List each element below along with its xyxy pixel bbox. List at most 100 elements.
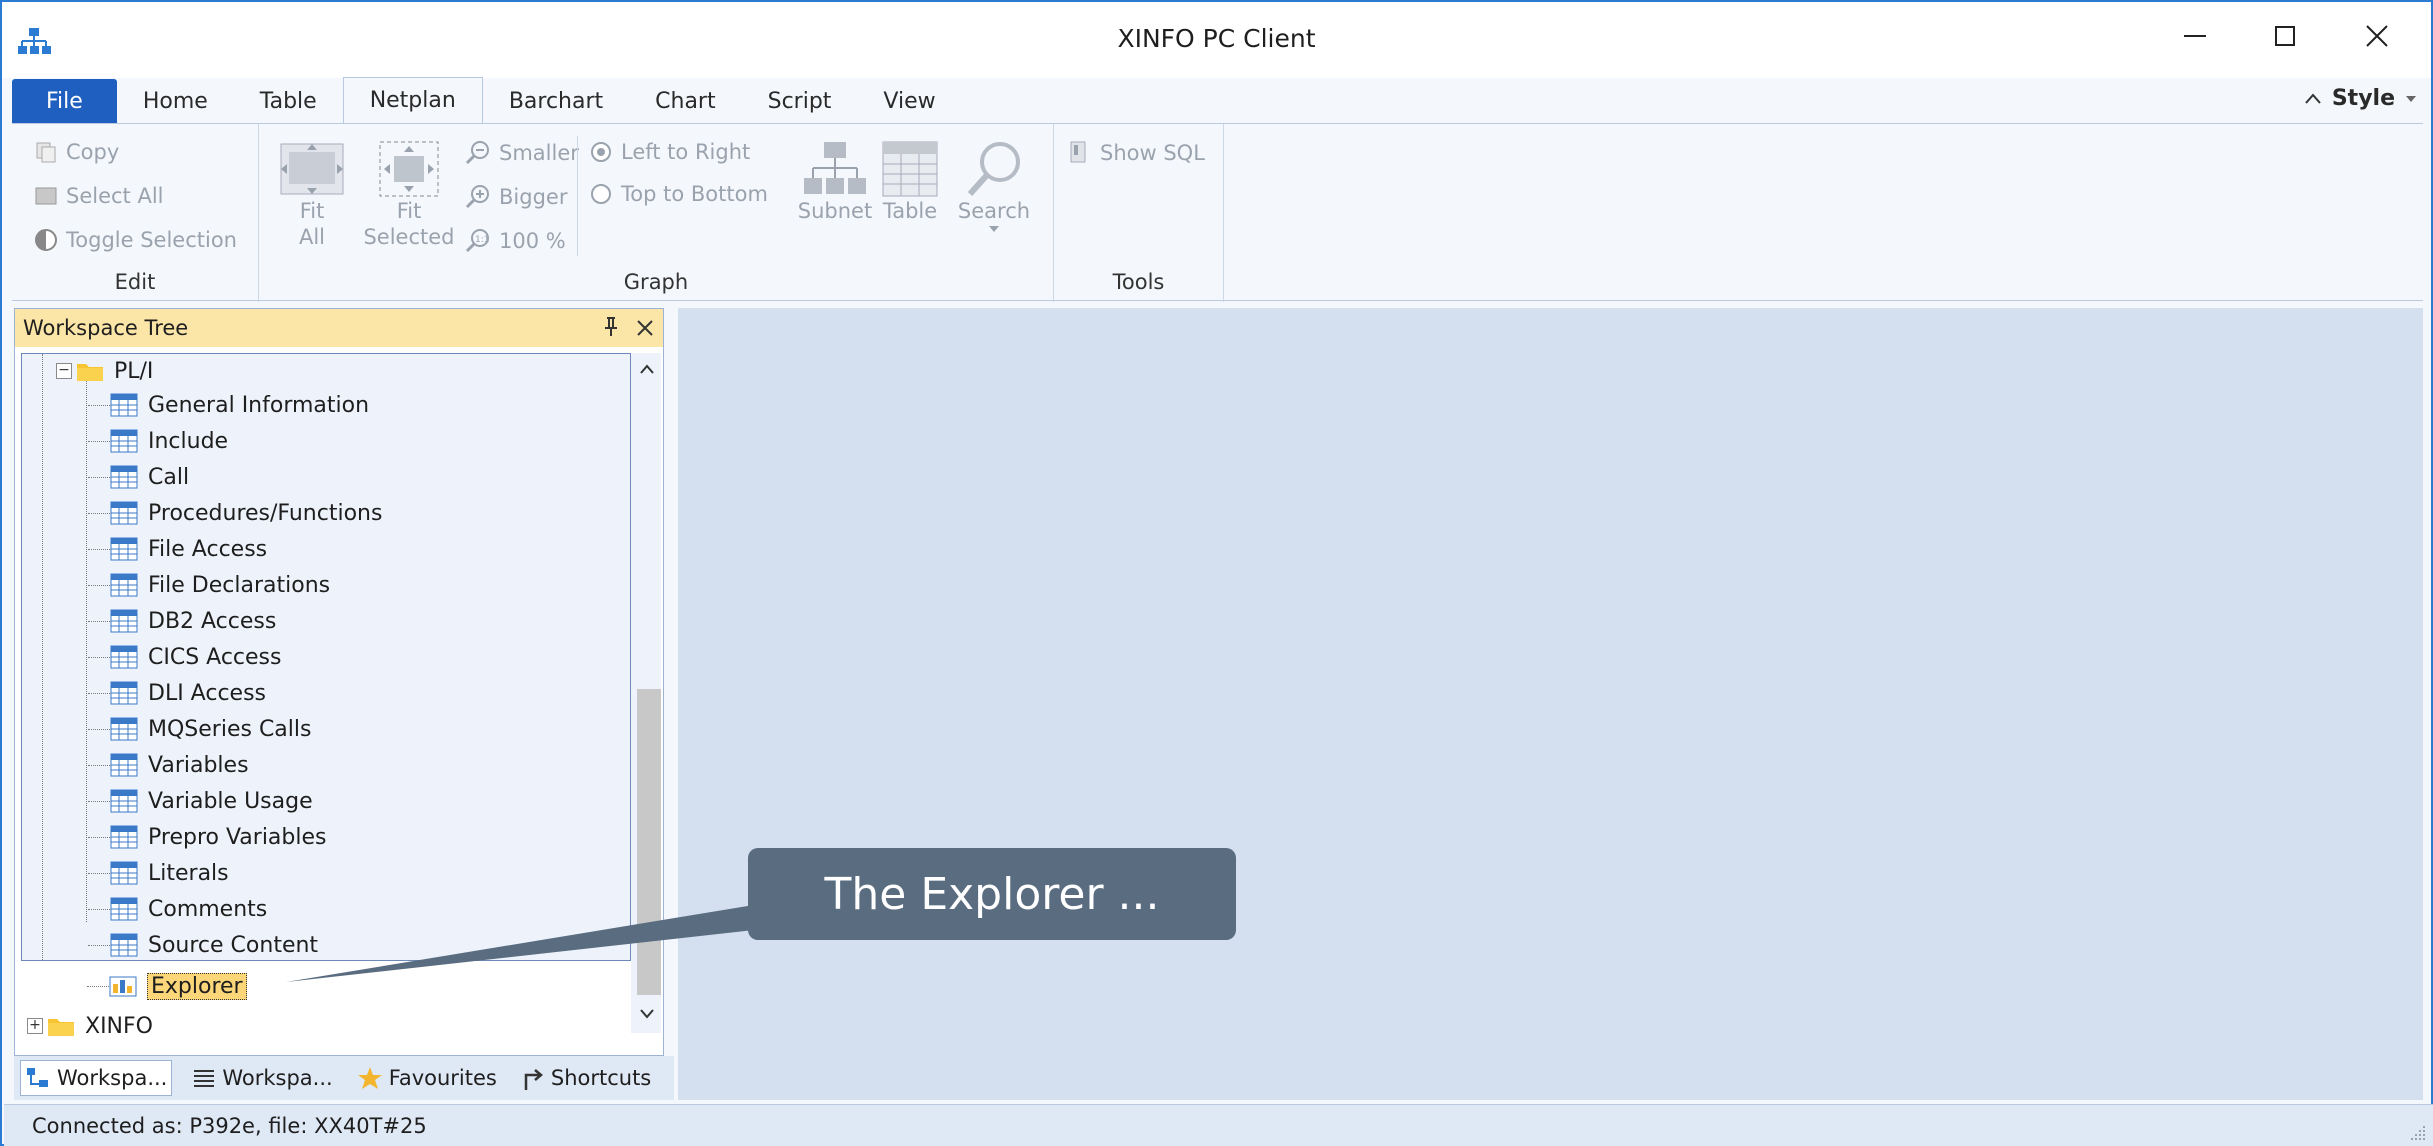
tree-item[interactable]: Procedures/Functions [88,496,382,530]
close-pane-icon[interactable] [635,316,655,338]
tree-item-explorer[interactable]: Explorer [87,969,247,1003]
table-icon [110,609,138,633]
tab-chart[interactable]: Chart [629,79,741,123]
maximize-button[interactable] [2240,2,2330,70]
tree-item-label: Comments [148,896,268,922]
app-window: XINFO PC Client File Home Table Netplan … [0,0,2433,1146]
tree-item[interactable]: General Information [88,388,369,422]
fit-selected-button[interactable]: Fit Selected [359,140,459,250]
folder-icon [48,1019,74,1036]
tree-folder-xinfo[interactable]: + XINFO [27,1009,153,1043]
tab-table[interactable]: Table [234,79,343,123]
minimize-button[interactable] [2150,2,2240,70]
tools-group: Show SQL Tools [1054,124,1224,302]
tab-barchart[interactable]: Barchart [483,79,629,123]
pin-icon[interactable] [601,316,621,338]
table-icon [110,717,138,741]
table-icon [110,537,138,561]
zoom-out-icon [465,141,489,165]
toggle-selection-label: Toggle Selection [66,228,237,252]
toggle-selection-button[interactable]: Toggle Selection [34,228,237,252]
main-document-area [678,308,2423,1100]
tree-item-label: Call [148,464,190,490]
tree-item-label: Variables [148,752,249,778]
folder-icon [77,364,103,381]
style-label: Style [2331,86,2395,111]
fit-selected-label-1: Fit [396,199,422,223]
tree-item-label: CICS Access [148,644,282,670]
tree-item[interactable]: Variables [88,748,249,782]
scroll-up-icon[interactable] [635,357,659,381]
tree-item[interactable]: Prepro Variables [88,820,327,854]
table-button[interactable]: Table [875,140,945,224]
pane-header-buttons [601,316,655,338]
select-all-button[interactable]: Select All [34,184,164,208]
search-button[interactable]: Search [949,140,1039,234]
tree-scrollbar[interactable] [631,353,661,1033]
fit-all-button[interactable]: Fit All [277,140,347,250]
collapse-icon[interactable]: − [56,363,72,379]
copy-button[interactable]: Copy [34,140,119,164]
smaller-label: Smaller [499,141,579,165]
dropdown-arrow-icon [2406,95,2416,102]
show-sql-button[interactable]: Show SQL [1068,140,1205,166]
tab-script[interactable]: Script [742,79,858,123]
smaller-button[interactable]: Smaller [465,140,579,166]
tree-item[interactable]: DLI Access [88,676,266,710]
tree-item[interactable]: Call [88,460,189,494]
tab-workspace-tree[interactable]: Workspa... [20,1060,173,1096]
zoom-100-label: 100 % [499,229,566,253]
subnet-button[interactable]: Subnet [795,140,875,224]
tree-view-icon [27,1068,48,1087]
toggle-selection-icon [35,229,57,251]
zoom-in-icon [465,185,489,209]
tree-item-label: File Access [148,536,268,562]
tab-netplan[interactable]: Netplan [342,77,483,123]
edit-group-label: Edit [114,270,156,294]
tree-item[interactable]: DB2 Access [88,604,276,638]
tab-favourites[interactable]: Favourites [353,1060,501,1096]
tree-item[interactable]: Variable Usage [88,784,313,818]
bigger-button[interactable]: Bigger [465,184,567,210]
tab-view[interactable]: View [857,79,961,123]
tree-item[interactable]: Source Content [88,928,319,960]
tree-item[interactable]: Comments [88,892,267,926]
maximize-icon [2275,26,2295,46]
tab-file[interactable]: File [12,79,117,123]
table-icon [110,753,138,777]
tab-workspace-list[interactable]: Workspa... [188,1060,336,1096]
search-label: Search [957,199,1031,223]
expand-icon[interactable]: + [27,1018,43,1034]
tree-item[interactable]: CICS Access [88,640,281,674]
scroll-thumb[interactable] [637,689,661,995]
style-button[interactable]: Style [2304,86,2417,111]
tree-guide-root [42,354,43,960]
copy-label: Copy [66,140,120,164]
table-icon [882,141,938,197]
tree-item-label: MQSeries Calls [148,716,312,742]
tab-shortcuts[interactable]: Shortcuts [517,1060,655,1096]
sql-document-icon [1070,141,1086,163]
top-to-bottom-radio[interactable]: Top to Bottom [589,182,768,206]
radio-checked-icon [591,142,611,162]
top-to-bottom-label: Top to Bottom [621,182,768,206]
left-to-right-radio[interactable]: Left to Right [589,140,750,164]
resize-grip-icon[interactable] [2407,1122,2427,1142]
close-button[interactable] [2332,2,2422,70]
table-icon [110,501,138,525]
tree-item-label: DLI Access [148,680,266,706]
tree-item[interactable]: File Access [88,532,267,566]
tree-item[interactable]: Include [88,424,228,458]
tree-item[interactable]: File Declarations [88,568,330,602]
bigger-label: Bigger [499,185,568,209]
tab-home[interactable]: Home [117,79,234,123]
fit-all-label-1: Fit [299,199,325,223]
tab-label: Shortcuts [550,1066,652,1090]
tree-item[interactable]: Literals [88,856,229,890]
search-dropdown-icon [989,226,999,232]
tree-item-label: Source Content [148,932,319,958]
tree-folder-pli[interactable]: − PL/I [56,354,153,388]
zoom-100-button[interactable]: 1:1 100 % [465,228,566,254]
scroll-down-icon[interactable] [635,1001,659,1025]
tree-item[interactable]: MQSeries Calls [88,712,311,746]
